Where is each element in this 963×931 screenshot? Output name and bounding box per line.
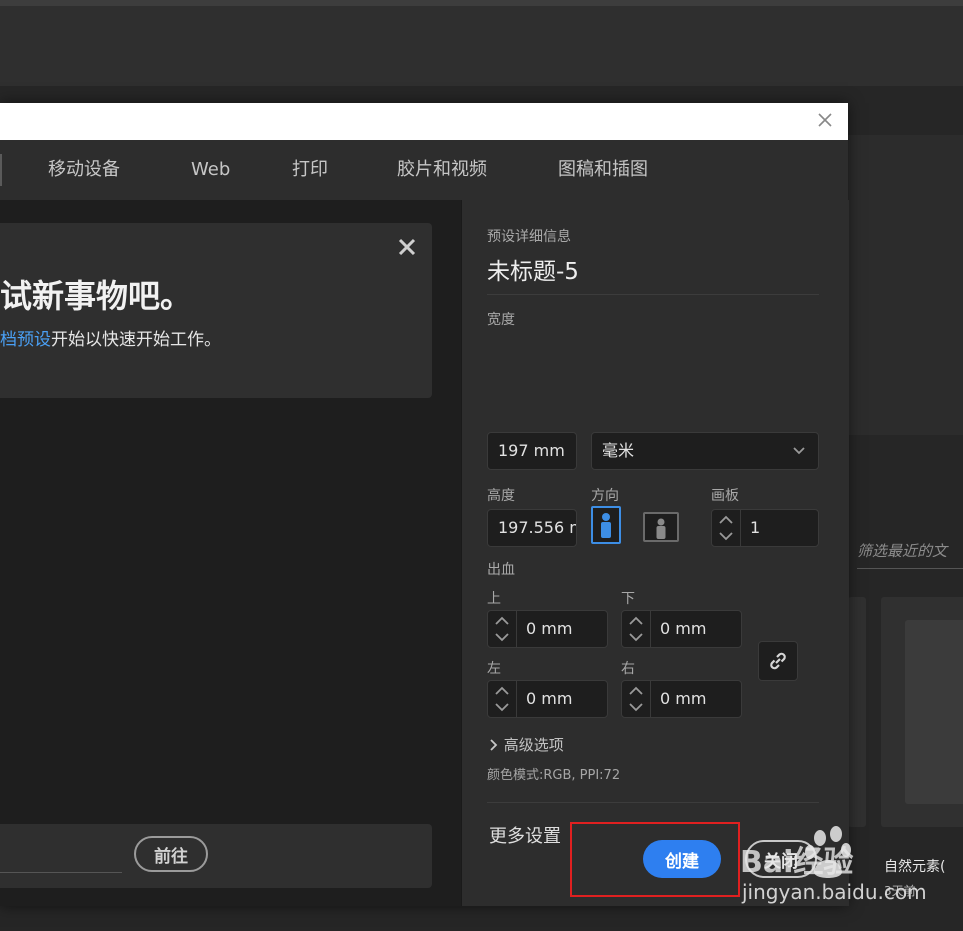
dialog-titlebar — [0, 103, 848, 140]
bleed-left-value: 0 mm — [526, 689, 573, 708]
document-name-input[interactable]: 未标题-5 — [487, 252, 579, 286]
bleed-bottom-label: 下 — [621, 591, 635, 607]
bleed-left-stepper[interactable]: 0 mm — [487, 680, 608, 718]
bleed-label: 出血 — [487, 562, 515, 578]
watermark-url: jingyan.baidu.com — [742, 880, 927, 904]
width-input[interactable]: 197 mm — [487, 432, 577, 470]
chevron-down-icon — [793, 447, 805, 455]
artboards-value: 1 — [750, 518, 761, 537]
tab-web[interactable]: Web — [191, 140, 230, 200]
preset-tabs: 移动设备 Web 打印 胶片和视频 图稿和插图 — [0, 140, 848, 200]
width-label: 宽度 — [487, 312, 515, 328]
settings-divider — [487, 802, 819, 803]
color-mode-info: 颜色模式:RGB, PPI:72 — [487, 768, 621, 783]
preset-details-panel: 预设详细信息 未标题-5 宽度 197 mm 毫米 高度 197.556 mm … — [461, 200, 849, 906]
bleed-top-stepper[interactable]: 0 mm — [487, 610, 608, 648]
chain-link-icon — [770, 652, 786, 670]
bleed-right-value: 0 mm — [660, 689, 707, 708]
bleed-right-stepper[interactable]: 0 mm — [621, 680, 742, 718]
go-button[interactable]: 前往 — [134, 836, 208, 872]
landscape-orientation-button[interactable] — [643, 512, 679, 542]
advanced-options-label: 高级选项 — [503, 736, 564, 754]
annotation-highlight-box — [570, 822, 740, 897]
more-settings-button[interactable]: 更多设置 — [489, 822, 561, 848]
close-icon[interactable] — [816, 111, 834, 129]
bleed-top-value: 0 mm — [526, 619, 573, 638]
orientation-label: 方向 — [591, 488, 619, 504]
stepper-arrows-icon[interactable] — [622, 611, 651, 647]
advanced-options-toggle[interactable]: 高级选项 — [489, 734, 564, 755]
bleed-left-label: 左 — [487, 661, 501, 677]
recent-filter-underline — [857, 568, 963, 569]
unit-select[interactable]: 毫米 — [591, 432, 819, 470]
height-input[interactable]: 197.556 mm — [487, 509, 577, 547]
recent-file-thumbnail — [905, 620, 963, 804]
tab-art-illustration[interactable]: 图稿和插图 — [558, 140, 648, 200]
title-underline — [487, 294, 819, 295]
tab-divider — [0, 154, 2, 186]
height-label: 高度 — [487, 488, 515, 504]
template-search-bar: 前往 — [0, 824, 432, 888]
unit-select-value: 毫米 — [602, 441, 635, 460]
tab-mobile[interactable]: 移动设备 — [48, 140, 120, 200]
watermark-logo-text: Bai经验 — [740, 845, 853, 880]
artboards-label: 画板 — [711, 488, 739, 504]
recent-file-card[interactable] — [848, 597, 866, 827]
stepper-arrows-icon[interactable] — [622, 681, 651, 717]
preset-link[interactable]: 档预设 — [0, 330, 51, 350]
portrait-orientation-button[interactable] — [591, 506, 621, 544]
search-underline — [0, 872, 122, 873]
background-panel — [848, 135, 963, 435]
landscape-person-icon — [656, 518, 666, 539]
artboards-stepper[interactable]: 1 — [711, 509, 819, 547]
tab-film-video[interactable]: 胶片和视频 — [397, 140, 487, 200]
bleed-bottom-stepper[interactable]: 0 mm — [621, 610, 742, 648]
recent-filter-input[interactable]: 筛选最近的文 — [857, 540, 963, 561]
banner-subtitle-text: 开始以快速开始工作。 — [51, 330, 221, 350]
welcome-banner: 试新事物吧。 档预设开始以快速开始工作。 — [0, 223, 432, 398]
bleed-bottom-value: 0 mm — [660, 619, 707, 638]
bleed-right-label: 右 — [621, 661, 635, 677]
portrait-person-icon — [601, 513, 611, 538]
chevron-right-icon — [490, 739, 498, 751]
banner-subtitle: 档预设开始以快速开始工作。 — [0, 325, 221, 350]
app-header-bar — [0, 6, 963, 87]
stepper-arrows-icon[interactable] — [488, 681, 517, 717]
stepper-arrows-icon[interactable] — [488, 611, 517, 647]
link-bleed-button[interactable] — [758, 641, 798, 681]
stepper-arrows-icon[interactable] — [712, 510, 741, 546]
new-document-dialog: 移动设备 Web 打印 胶片和视频 图稿和插图 试新事物吧。 档预设开始以快速开… — [0, 103, 849, 906]
banner-heading: 试新事物吧。 — [0, 277, 193, 315]
bleed-top-label: 上 — [487, 591, 501, 607]
close-icon[interactable] — [396, 236, 418, 258]
tab-print[interactable]: 打印 — [292, 140, 328, 200]
preset-details-label: 预设详细信息 — [487, 229, 571, 245]
